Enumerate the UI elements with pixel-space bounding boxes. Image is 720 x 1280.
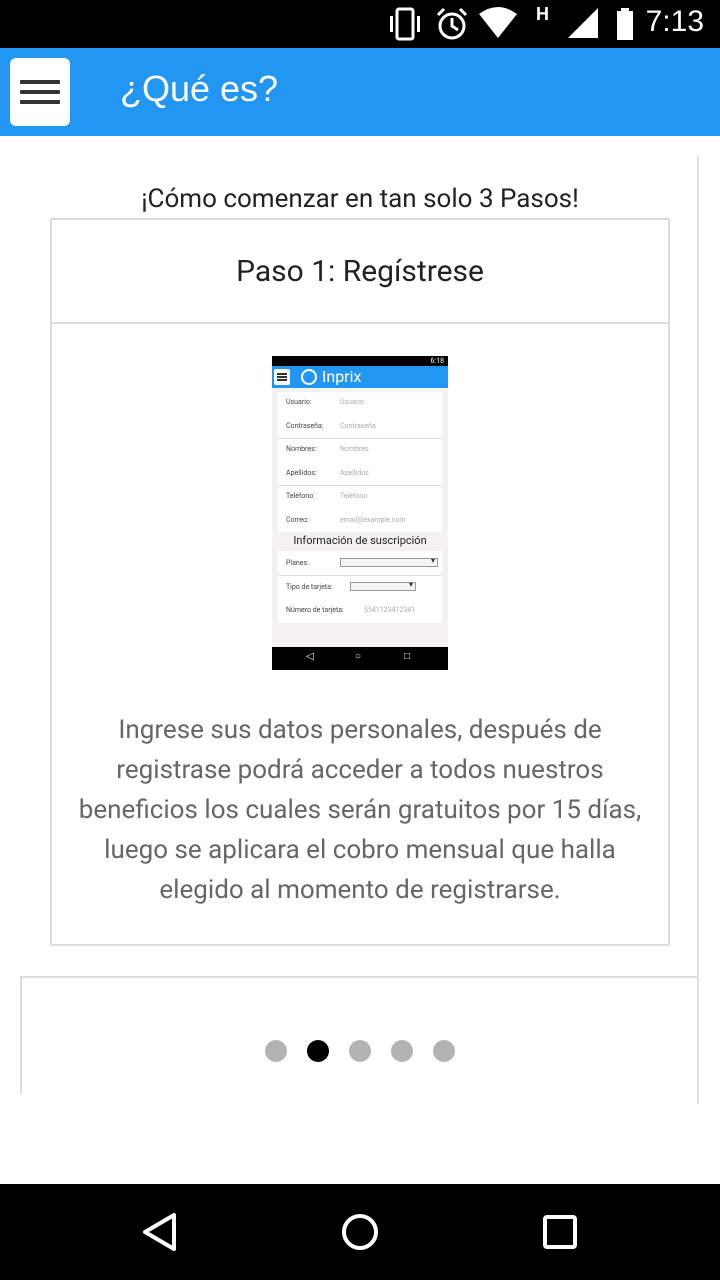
page-indicator-dot[interactable] [349,1040,371,1062]
thumb-status-time: 6:18 [430,357,445,365]
thumb-divider [278,485,442,486]
thumb-field-value: email@example.com [340,516,406,524]
step-card: Paso 1: Regístrese 6:18 Inprix Usuario: … [50,218,670,946]
steps-headline: ¡Cómo comenzar en tan solo 3 Pasos! [141,184,579,214]
status-bar: H 7:13 [0,0,720,48]
alarm-icon [436,7,468,40]
thumb-field-value: Contraseña [340,422,376,430]
thumb-field-value: Teléfono [340,492,368,500]
page-title: ¿Qué es? [120,68,279,109]
thumb-section-title: Información de suscripción [293,534,427,547]
thumb-field-label: Apellidos: [286,469,317,477]
step-card-header: Paso 1: Regístrese [52,220,668,324]
menu-button[interactable] [10,58,70,126]
battery-icon [617,8,633,40]
thumb-divider [278,575,442,576]
network-type-label: H [536,4,549,24]
navigation-bar [0,1184,720,1280]
thumb-field-label: Planes: [286,559,309,567]
signal-icon [568,8,598,38]
thumb-plan-select [340,556,438,567]
pager-container [20,976,699,1094]
thumb-app-bar: Inprix [272,366,448,388]
thumb-field-value: 5541123412341 [364,606,416,614]
recents-icon[interactable] [540,1212,580,1252]
thumb-field-label: Contraseña: [286,422,324,430]
thumb-recents-icon: □ [404,651,411,662]
menu-icon [20,80,60,84]
thumb-subscription-form: Planes: Tipo de tarjeta: Número de tarje… [278,551,442,623]
thumb-field-value: Nombres [340,445,369,453]
thumb-field-label: Teléfono: [286,492,315,500]
globe-icon [301,369,317,385]
wifi-icon [479,7,517,38]
thumb-field-label: Usuario: [286,398,312,406]
thumb-divider [278,438,442,439]
back-icon[interactable] [140,1212,180,1252]
page-indicator-dot[interactable] [433,1040,455,1062]
page-indicator-dot[interactable] [391,1040,413,1062]
thumb-home-icon: ○ [355,651,362,662]
thumb-menu-icon [274,369,290,385]
step-title: Paso 1: Regístrese [236,254,484,289]
thumb-field-label: Correo: [286,516,309,524]
thumb-field-label: Nombres: [286,445,317,453]
thumb-card-type-select [350,580,416,591]
thumb-brand: Inprix [322,367,362,386]
home-icon[interactable] [340,1212,380,1252]
menu-icon-bar [20,90,60,94]
status-time: 7:13 [645,5,704,38]
thumb-field-label: Tipo de tarjeta: [286,583,333,591]
app-bar: ¿Qué es? [0,48,720,136]
thumb-nav-bar: ◁ ○ □ [272,647,448,670]
content-divider [697,156,699,1104]
thumb-account-form: Usuario: Usuario Contraseña: Contraseña … [278,392,442,532]
thumb-back-icon: ◁ [306,651,314,662]
registration-screenshot: 6:18 Inprix Usuario: Usuario Contraseña:… [272,356,448,670]
thumb-field-value: Usuario [340,398,364,406]
thumb-field-label: Número de tarjeta: [286,606,344,614]
thumb-field-value: Apellidos [340,469,369,477]
page-indicator-dot-active[interactable] [307,1040,329,1062]
menu-icon-bar [20,100,60,104]
step-description: Ingrese sus datos personales, después de… [78,715,642,905]
vibrate-icon [390,7,420,41]
page-indicator-dot[interactable] [265,1040,287,1062]
thumb-status-bar: 6:18 [272,356,448,366]
